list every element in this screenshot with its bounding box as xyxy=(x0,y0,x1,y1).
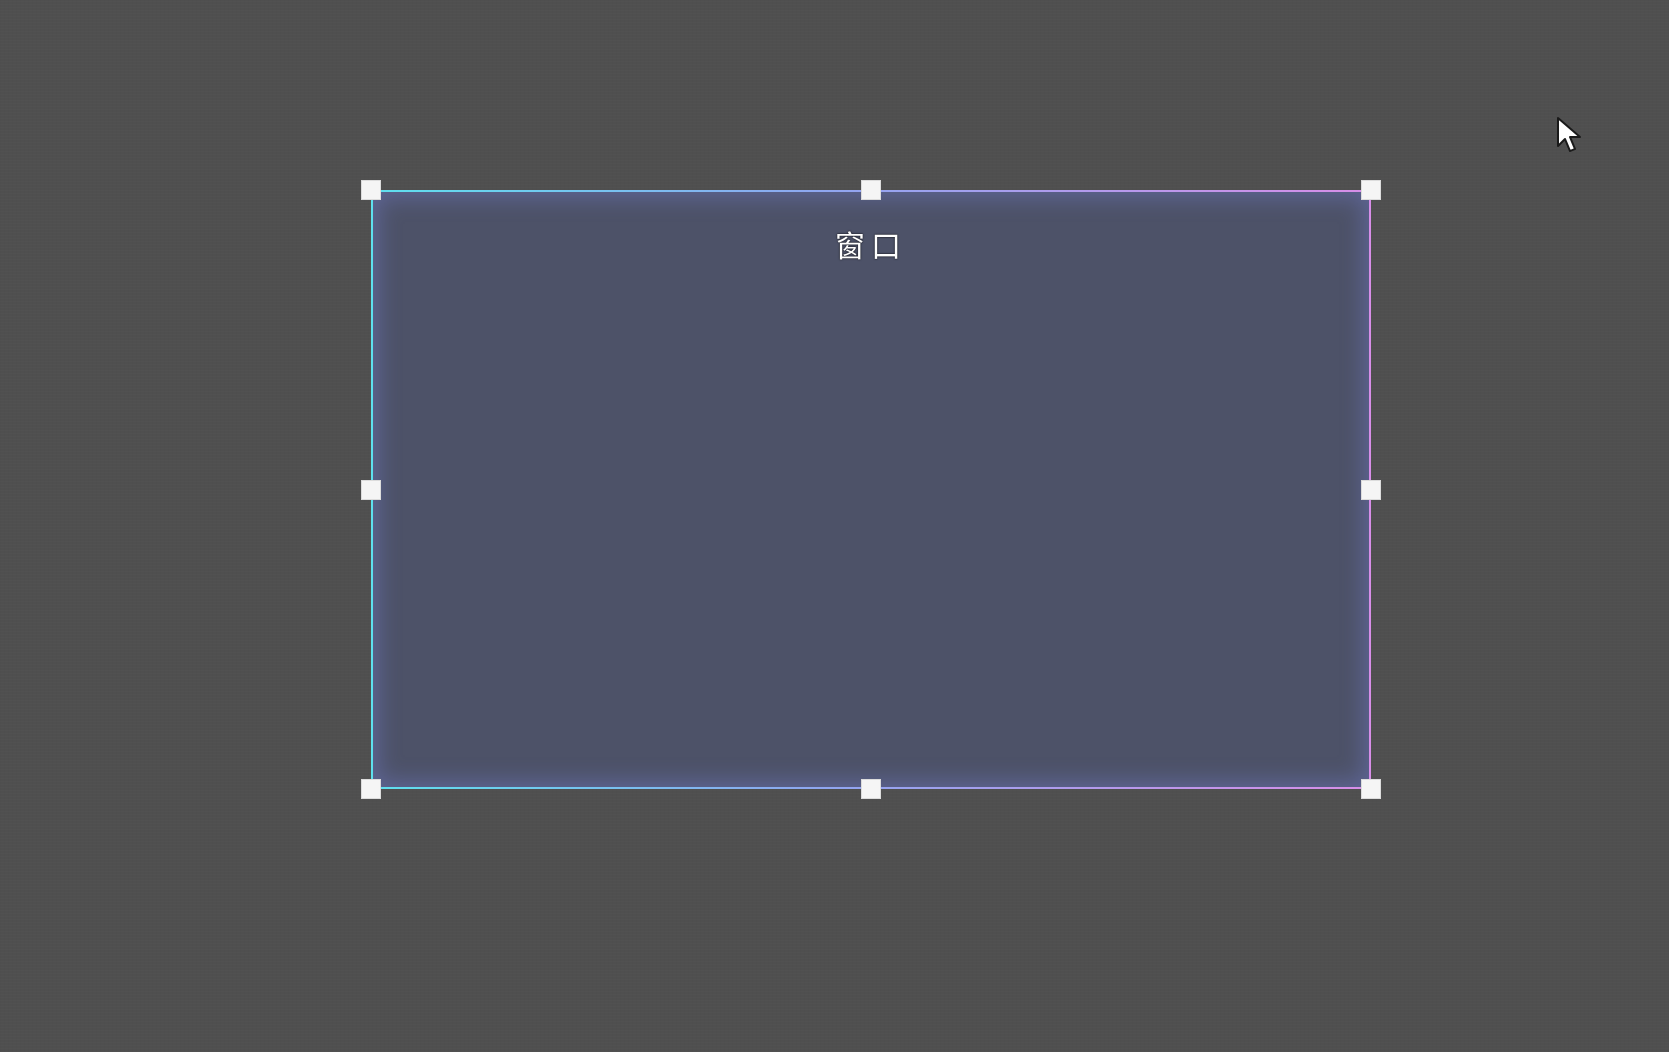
resize-handle-right[interactable] xyxy=(1361,480,1381,500)
resize-handle-left[interactable] xyxy=(361,480,381,500)
arrow-pointer-icon xyxy=(1557,117,1581,152)
resize-handle-top-left[interactable] xyxy=(361,180,381,200)
window-title: 窗口 xyxy=(835,230,907,265)
resize-handle-bottom-left[interactable] xyxy=(361,779,381,799)
window-frame[interactable]: 窗口 xyxy=(371,190,1371,789)
resize-handle-top-right[interactable] xyxy=(1361,180,1381,200)
editor-canvas[interactable]: 窗口 xyxy=(0,0,1669,1052)
resize-handle-bottom-right[interactable] xyxy=(1361,779,1381,799)
resize-handle-top[interactable] xyxy=(861,180,881,200)
window-body[interactable]: 窗口 xyxy=(373,192,1369,787)
resize-handle-bottom[interactable] xyxy=(861,779,881,799)
